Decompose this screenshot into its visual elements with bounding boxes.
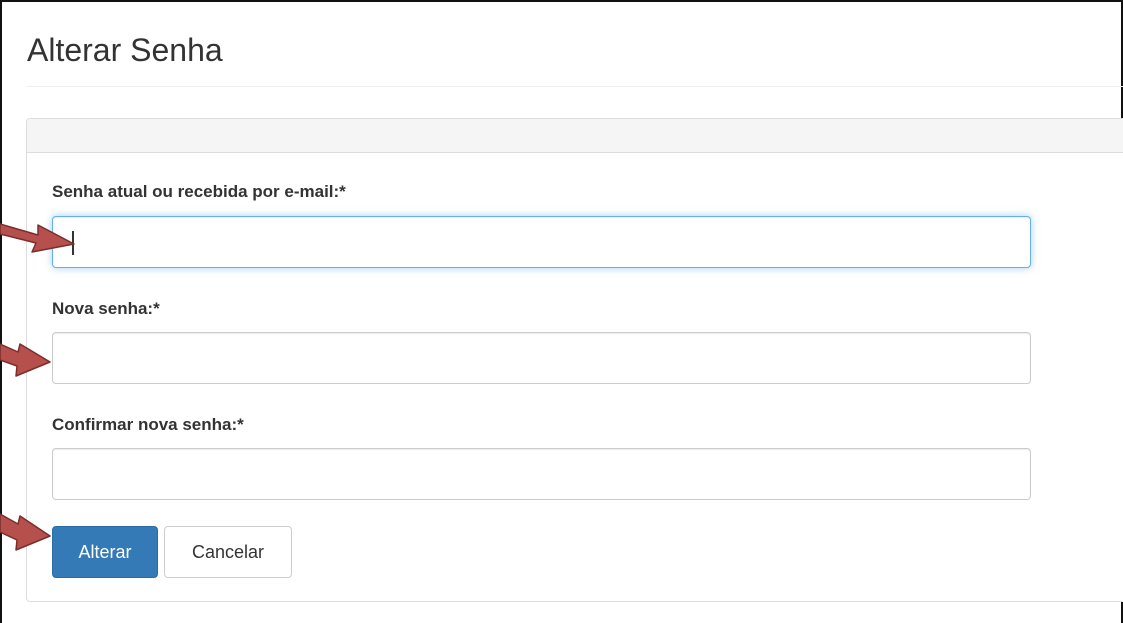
confirm-password-field[interactable] — [52, 448, 1031, 500]
title-divider — [27, 86, 1123, 87]
new-password-field[interactable] — [52, 332, 1031, 384]
red-arrow-icon — [0, 343, 51, 377]
current-password-label: Senha atual ou recebida por e-mail:* — [52, 182, 346, 201]
current-password-field[interactable] — [52, 216, 1031, 268]
page-title: Alterar Senha — [27, 32, 223, 68]
red-arrow-icon — [0, 223, 75, 253]
cancel-button[interactable]: Cancelar — [164, 526, 292, 578]
confirm-password-label: Confirmar nova senha:* — [52, 415, 244, 434]
red-arrow-icon — [0, 513, 51, 551]
new-password-label: Nova senha:* — [52, 299, 160, 318]
panel-heading — [27, 119, 1123, 153]
submit-button[interactable]: Alterar — [52, 526, 158, 578]
